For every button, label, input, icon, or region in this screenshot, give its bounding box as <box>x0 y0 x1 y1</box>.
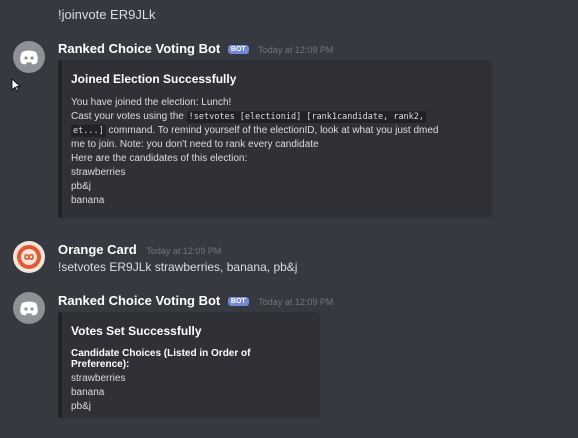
bot-avatar[interactable] <box>13 41 45 73</box>
candidate-item: banana <box>71 195 105 206</box>
candidate-item: strawberries <box>71 167 126 178</box>
previous-message-text: !joinvote ER9JLk <box>58 7 156 22</box>
inline-code: et...] <box>71 125 106 137</box>
discord-logo-icon <box>20 50 38 64</box>
embed-joined: Joined Election Successfully You have jo… <box>58 60 492 218</box>
bot-badge: BOT <box>227 45 249 54</box>
candidate-item: pb&j <box>71 181 92 192</box>
message-header: Ranked Choice Voting Bot BOT Today at 12… <box>58 41 333 56</box>
embed-line: You have joined the election: Lunch! <box>71 97 232 108</box>
message-content: !setvotes ER9JLk strawberries, banana, p… <box>58 260 298 274</box>
choice-item: banana <box>71 387 105 398</box>
embed-line: me to join. Note: you don't need to rank… <box>71 139 319 150</box>
discord-logo-icon <box>20 301 38 315</box>
author-name[interactable]: Orange Card <box>58 242 137 257</box>
user-avatar[interactable] <box>13 241 45 273</box>
embed-title: Joined Election Successfully <box>71 72 237 86</box>
inline-code: !setvotes [electionid] [rank1candidate, … <box>186 111 427 123</box>
orange-card-logo-icon <box>17 245 41 269</box>
bot-avatar[interactable] <box>13 292 45 324</box>
embed-line: Here are the candidates of this election… <box>71 153 248 164</box>
embed-text: Cast your votes using the <box>71 111 184 122</box>
embed-description: You have joined the election: Lunch! Cas… <box>71 96 480 208</box>
embed-field-value: strawberries banana pb&j <box>71 372 308 414</box>
author-name[interactable]: Ranked Choice Voting Bot <box>58 293 220 308</box>
embed-title: Votes Set Successfully <box>71 324 202 338</box>
embed-text: command. To remind yourself of the elect… <box>108 125 439 136</box>
bot-badge: BOT <box>227 297 249 306</box>
author-name[interactable]: Ranked Choice Voting Bot <box>58 41 220 56</box>
choice-item: pb&j <box>71 401 92 412</box>
message-header: Orange Card Today at 12:09 PM <box>58 242 221 257</box>
embed-votes-set: Votes Set Successfully Candidate Choices… <box>58 312 320 418</box>
embed-field-name: Candidate Choices (Listed in Order of Pr… <box>71 348 251 370</box>
choice-item: strawberries <box>71 373 126 384</box>
message-header: Ranked Choice Voting Bot BOT Today at 12… <box>58 293 333 308</box>
timestamp: Today at 12:09 PM <box>258 297 334 307</box>
timestamp: Today at 12:09 PM <box>258 45 334 55</box>
embed-line: et...] command. To remind yourself of th… <box>71 124 480 138</box>
mouse-cursor-icon <box>11 78 21 92</box>
timestamp: Today at 12:09 PM <box>146 246 222 256</box>
embed-line: Cast your votes using the !setvotes [ele… <box>71 110 480 124</box>
